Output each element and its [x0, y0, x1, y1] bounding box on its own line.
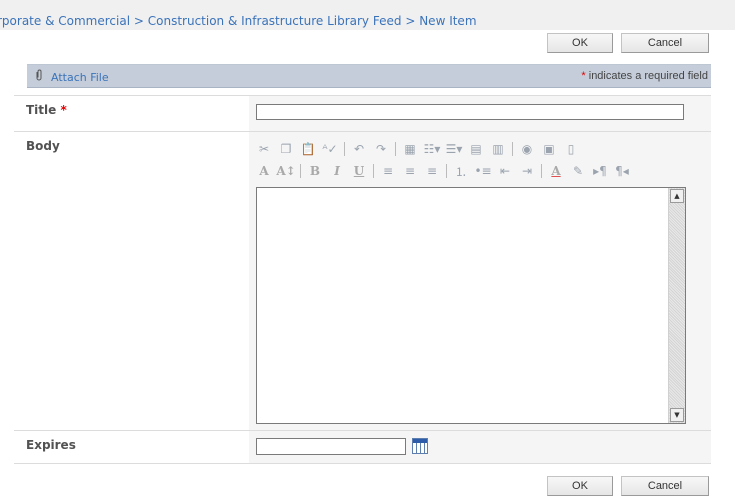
bullet-list-icon[interactable]: •≡	[474, 163, 491, 179]
copy-icon[interactable]: ❐	[278, 141, 294, 157]
cancel-button-bottom[interactable]: Cancel	[621, 476, 709, 496]
cancel-button-top[interactable]: Cancel	[621, 33, 709, 53]
body-row: Body ✂ ❐ 📋 ᴬ✓ ↶ ↷ ▦ ☷▾ ☰▾ ▤ ▥ ◉ ▣ ▯ A A↕…	[14, 132, 711, 431]
body-label: Body	[14, 132, 249, 430]
highlight-icon[interactable]: ✎	[570, 163, 586, 179]
new-item-form: Title * Body ✂ ❐ 📋 ᴬ✓ ↶ ↷ ▦ ☷▾ ☰▾ ▤ ▥ ◉ …	[14, 95, 711, 464]
toolbar-separator	[344, 142, 345, 156]
align-left-icon[interactable]: ≡	[380, 163, 396, 179]
body-field-cell: ✂ ❐ 📋 ᴬ✓ ↶ ↷ ▦ ☷▾ ☰▾ ▤ ▥ ◉ ▣ ▯ A A↕ B I …	[249, 132, 711, 430]
ok-button-top[interactable]: OK	[547, 33, 613, 53]
body-rich-text-editor[interactable]: ▲ ▼	[256, 187, 686, 424]
toolbar-separator	[395, 142, 396, 156]
numbered-list-icon[interactable]: ⒈	[453, 163, 469, 179]
form-toolbar: Attach File * indicates a required field	[27, 64, 711, 88]
insert-link-icon[interactable]: ☷▾	[424, 141, 441, 157]
cut-icon[interactable]: ✂	[256, 141, 272, 157]
toolbar-separator	[541, 164, 542, 178]
title-label: Title *	[14, 96, 249, 131]
title-required-star: *	[60, 103, 67, 117]
paperclip-icon	[35, 69, 45, 84]
breadcrumb-separator: >	[133, 14, 144, 28]
editor-scrollbar[interactable]: ▲ ▼	[668, 188, 685, 423]
required-star: *	[581, 70, 586, 82]
toolbar-separator	[512, 142, 513, 156]
outdent-icon[interactable]: ⇤	[497, 163, 513, 179]
align-center-icon[interactable]: ≡	[402, 163, 418, 179]
font-size-icon[interactable]: A↕	[276, 163, 295, 179]
expires-date-input[interactable]	[256, 438, 406, 455]
breadcrumb-bar: rporate & Commercial > Construction & In…	[0, 0, 735, 30]
underline-icon[interactable]: U	[351, 163, 367, 179]
font-icon[interactable]: A	[256, 163, 272, 179]
rte-toolbar-row-2: A A↕ B I U ≡ ≡ ≡ ⒈ •≡ ⇤ ⇥ A ✎ ▸¶ ¶◂	[256, 161, 630, 181]
title-input[interactable]	[256, 104, 684, 120]
undo-icon[interactable]: ↶	[351, 141, 367, 157]
ltr-icon[interactable]: ▸¶	[592, 163, 608, 179]
required-field-note: * indicates a required field	[581, 70, 708, 82]
breadcrumb-item-current: New Item	[419, 14, 477, 28]
attach-file-label: Attach File	[51, 71, 109, 84]
toolbar-separator	[373, 164, 374, 178]
expires-field-cell	[249, 431, 711, 463]
calendar-icon[interactable]	[412, 438, 428, 454]
toolbar-separator	[446, 164, 447, 178]
paste-icon[interactable]: 📋	[300, 141, 316, 157]
breadcrumb-item-site[interactable]: rporate & Commercial	[0, 14, 130, 28]
title-row: Title *	[14, 96, 711, 132]
html-source-icon[interactable]: ▯	[563, 141, 579, 157]
image-props-icon[interactable]: ▣	[541, 141, 557, 157]
insert-table-icon[interactable]: ▦	[402, 141, 418, 157]
expires-label: Expires	[14, 431, 249, 463]
rte-toolbar-row-1: ✂ ❐ 📋 ᴬ✓ ↶ ↷ ▦ ☷▾ ☰▾ ▤ ▥ ◉ ▣ ▯	[256, 139, 579, 159]
insert-image-icon[interactable]: ◉	[519, 141, 535, 157]
scroll-up-icon[interactable]: ▲	[670, 189, 684, 203]
scroll-down-icon[interactable]: ▼	[670, 408, 684, 422]
breadcrumb-separator: >	[405, 14, 416, 28]
bookmark-icon[interactable]: ☰▾	[446, 141, 463, 157]
italic-icon[interactable]: I	[329, 163, 345, 179]
indent-icon[interactable]: ⇥	[519, 163, 535, 179]
rtl-icon[interactable]: ¶◂	[614, 163, 630, 179]
required-note-text: indicates a required field	[588, 70, 708, 82]
text-color-icon[interactable]: A	[548, 163, 564, 179]
ok-button-bottom[interactable]: OK	[547, 476, 613, 496]
expires-row: Expires	[14, 431, 711, 464]
redo-icon[interactable]: ↷	[373, 141, 389, 157]
title-label-text: Title	[26, 103, 57, 117]
bold-icon[interactable]: B	[307, 163, 323, 179]
toolbar-separator	[300, 164, 301, 178]
title-field-cell	[249, 96, 711, 131]
cell-props-icon[interactable]: ▥	[490, 141, 506, 157]
align-right-icon[interactable]: ≡	[424, 163, 440, 179]
attach-file-link[interactable]: Attach File	[35, 69, 109, 84]
spellcheck-icon[interactable]: ᴬ✓	[322, 141, 338, 157]
breadcrumb-item-list[interactable]: Construction & Infrastructure Library Fe…	[148, 14, 402, 28]
breadcrumb: rporate & Commercial > Construction & In…	[0, 14, 477, 28]
table-props-icon[interactable]: ▤	[468, 141, 484, 157]
